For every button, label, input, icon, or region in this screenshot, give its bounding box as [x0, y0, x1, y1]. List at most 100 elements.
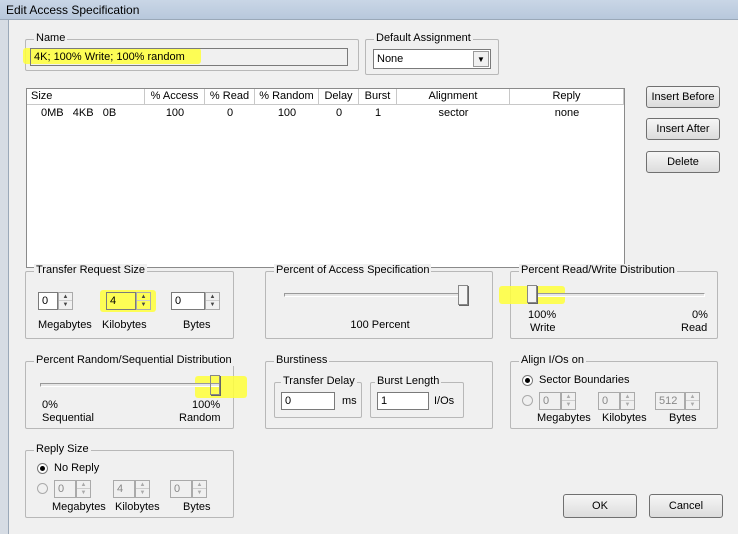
arrow-up-icon[interactable]: ▲: [206, 293, 219, 301]
transfer-bytes-spinner[interactable]: ▲ ▼: [205, 292, 220, 310]
access-spec-list[interactable]: Size % Access % Read % Random Delay Burs…: [26, 88, 625, 268]
transfer-bytes-input[interactable]: 0: [171, 292, 205, 310]
arrow-up-icon[interactable]: ▲: [59, 293, 72, 301]
reply-kilobytes-label: Kilobytes: [115, 501, 160, 513]
dialog-client: Name 4K; 100% Write; 100% random Default…: [8, 20, 738, 534]
read-label: Read: [681, 322, 708, 334]
write-label: Write: [530, 322, 556, 334]
reply-size-group: Reply Size No Reply 0 ▲ ▼ 4 ▲ ▼ 0 ▲ ▼ Megab…: [25, 443, 234, 518]
percent-access-group: Percent of Access Specification 100 Perc…: [265, 264, 493, 339]
align-bytes-spinner[interactable]: ▲ ▼: [685, 392, 700, 410]
arrow-down-icon[interactable]: ▼: [59, 301, 72, 309]
col-header-delay[interactable]: Delay: [319, 89, 359, 105]
arrow-up-icon[interactable]: ▲: [562, 393, 575, 401]
reply-bytes-input[interactable]: 0: [170, 480, 192, 498]
arrow-up-icon[interactable]: ▲: [136, 481, 149, 489]
align-megabytes-input[interactable]: 0: [539, 392, 561, 410]
reply-kilobytes-input[interactable]: 4: [113, 480, 135, 498]
sector-boundaries-radio[interactable]: [522, 375, 533, 386]
reply-bytes-label: Bytes: [183, 501, 211, 513]
reply-megabytes-input[interactable]: 0: [54, 480, 76, 498]
transfer-delay-group: Transfer Delay 0 ms: [274, 375, 362, 418]
align-megabytes-spinner[interactable]: ▲ ▼: [561, 392, 576, 410]
align-group: Align I/Os on Sector Boundaries 0 ▲ ▼ 0 ▲…: [510, 354, 718, 429]
read-write-track[interactable]: [527, 293, 705, 297]
reply-kilobytes-spinner[interactable]: ▲ ▼: [135, 480, 150, 498]
arrow-down-icon[interactable]: ▼: [562, 401, 575, 409]
cell-access: 100: [165, 107, 185, 119]
title-bar: Edit Access Specification: [0, 0, 738, 20]
col-header-size[interactable]: Size: [27, 89, 145, 105]
window-title: Edit Access Specification: [6, 3, 140, 17]
arrow-down-icon[interactable]: ▼: [206, 301, 219, 309]
transfer-megabytes-spinner[interactable]: ▲ ▼: [58, 292, 73, 310]
percent-access-legend: Percent of Access Specification: [274, 264, 432, 276]
cell-random: 100: [277, 107, 297, 119]
transfer-kilobytes-input[interactable]: 4: [106, 292, 136, 310]
random-sequential-group: Percent Random/Sequential Distribution 0…: [25, 354, 247, 429]
align-legend: Align I/Os on: [519, 354, 586, 366]
no-reply-radio[interactable]: [37, 463, 48, 474]
default-assignment-legend: Default Assignment: [374, 32, 473, 44]
arrow-up-icon[interactable]: ▲: [621, 393, 634, 401]
chevron-down-icon[interactable]: ▼: [473, 51, 489, 67]
arrow-up-icon[interactable]: ▲: [137, 293, 150, 301]
highlight-mark: [195, 376, 247, 398]
burstiness-group: Burstiness Transfer Delay 0 ms Burst Len…: [265, 354, 493, 429]
random-sequential-slider-thumb[interactable]: [210, 375, 220, 395]
insert-after-button[interactable]: Insert After: [646, 118, 720, 140]
default-assignment-select[interactable]: None ▼: [373, 49, 491, 69]
name-group: Name 4K; 100% Write; 100% random: [23, 32, 359, 71]
transfer-bytes-label: Bytes: [183, 319, 211, 331]
align-bytes-label: Bytes: [669, 412, 697, 424]
burstiness-legend: Burstiness: [274, 354, 330, 366]
transfer-kilobytes-label: Kilobytes: [102, 319, 147, 331]
arrow-down-icon[interactable]: ▼: [193, 489, 206, 497]
burst-length-input[interactable]: 1: [377, 392, 429, 410]
col-header-burst[interactable]: Burst: [359, 89, 397, 105]
cell-alignment: sector: [438, 107, 469, 119]
arrow-up-icon[interactable]: ▲: [686, 393, 699, 401]
col-header-alignment[interactable]: Alignment: [397, 89, 510, 105]
random-percent: 100%: [192, 399, 221, 411]
col-header-access[interactable]: % Access: [145, 89, 205, 105]
delete-button[interactable]: Delete: [646, 151, 720, 173]
transfer-delay-input[interactable]: 0: [281, 392, 335, 410]
transfer-megabytes-label: Megabytes: [38, 319, 92, 331]
cell-delay: 0: [335, 107, 343, 119]
reply-custom-radio[interactable]: [37, 483, 48, 494]
arrow-down-icon[interactable]: ▼: [686, 401, 699, 409]
arrow-down-icon[interactable]: ▼: [621, 401, 634, 409]
align-kilobytes-spinner[interactable]: ▲ ▼: [620, 392, 635, 410]
col-header-reply[interactable]: Reply: [510, 89, 624, 105]
arrow-down-icon[interactable]: ▼: [77, 489, 90, 497]
transfer-megabytes-input[interactable]: 0: [38, 292, 58, 310]
transfer-delay-unit: ms: [342, 395, 357, 407]
transfer-kilobytes-spinner[interactable]: ▲ ▼: [136, 292, 151, 310]
random-sequential-track[interactable]: [40, 383, 220, 387]
align-bytes-input[interactable]: 512: [655, 392, 685, 410]
cancel-button[interactable]: Cancel: [649, 494, 723, 518]
cell-reply: none: [554, 107, 580, 119]
arrow-up-icon[interactable]: ▲: [77, 481, 90, 489]
align-kilobytes-input[interactable]: 0: [598, 392, 620, 410]
reply-megabytes-spinner[interactable]: ▲ ▼: [76, 480, 91, 498]
percent-access-track[interactable]: [284, 293, 468, 297]
default-assignment-group: Default Assignment None ▼: [365, 32, 499, 75]
arrow-up-icon[interactable]: ▲: [193, 481, 206, 489]
ok-button[interactable]: OK: [563, 494, 637, 518]
burst-length-group: Burst Length 1 I/Os: [370, 375, 464, 418]
read-write-slider-thumb[interactable]: [527, 285, 537, 303]
random-label: Random: [179, 412, 221, 424]
cell-burst: 1: [374, 107, 382, 119]
col-header-random[interactable]: % Random: [255, 89, 319, 105]
col-header-read[interactable]: % Read: [205, 89, 255, 105]
insert-before-button[interactable]: Insert Before: [646, 86, 720, 108]
reply-bytes-spinner[interactable]: ▲ ▼: [192, 480, 207, 498]
arrow-down-icon[interactable]: ▼: [137, 301, 150, 309]
percent-access-slider-thumb[interactable]: [458, 285, 468, 305]
arrow-down-icon[interactable]: ▼: [136, 489, 149, 497]
name-legend: Name: [34, 32, 68, 44]
name-input[interactable]: 4K; 100% Write; 100% random: [30, 48, 348, 66]
align-custom-radio[interactable]: [522, 395, 533, 406]
